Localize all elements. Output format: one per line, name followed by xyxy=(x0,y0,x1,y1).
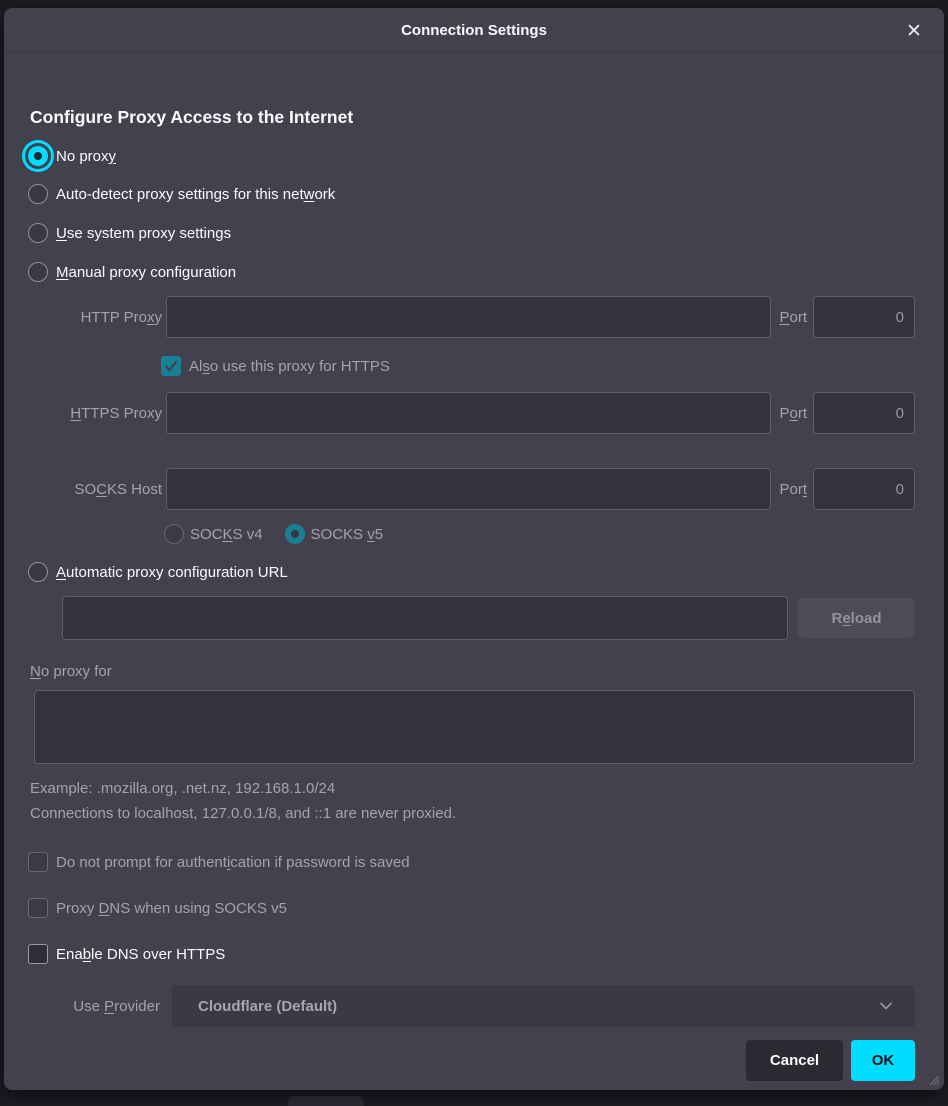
http-port-label: Port xyxy=(779,309,807,326)
radio-selected-icon[interactable] xyxy=(28,146,48,166)
enable-doh-label: Enable DNS over HTTPS xyxy=(56,946,225,963)
dialog-title: Connection Settings xyxy=(401,22,547,39)
resize-grip[interactable] xyxy=(926,1072,939,1085)
socks-v4-label: SOCKS v4 xyxy=(190,526,263,543)
checkbox-checked-icon[interactable] xyxy=(161,356,181,376)
radio-icon[interactable] xyxy=(28,223,48,243)
example-hint: Example: .mozilla.org, .net.nz, 192.168.… xyxy=(30,780,335,797)
radio-socks-v4[interactable]: SOCKS v4 xyxy=(164,524,263,544)
radio-use-system[interactable]: Use system proxy settings xyxy=(28,221,231,245)
socks-v5-label: SOCKS v5 xyxy=(311,526,384,543)
page-title: Configure Proxy Access to the Internet xyxy=(30,107,353,128)
checkbox-icon[interactable] xyxy=(28,898,48,918)
close-icon[interactable]: ✕ xyxy=(900,17,928,45)
auto-url-label: Automatic proxy configuration URL xyxy=(56,564,288,581)
proxy-dns-label: Proxy DNS when using SOCKS v5 xyxy=(56,900,287,917)
checkbox-no-prompt[interactable]: Do not prompt for authentication if pass… xyxy=(28,850,410,874)
https-port-label: Port xyxy=(779,405,807,422)
provider-dropdown[interactable]: Cloudflare (Default) xyxy=(172,985,915,1027)
chevron-down-icon xyxy=(877,997,895,1015)
checkbox-also-https[interactable]: Also use this proxy for HTTPS xyxy=(161,354,390,378)
socks-port-input[interactable] xyxy=(813,468,915,510)
radio-no-proxy-label: No proxy xyxy=(56,148,116,165)
radio-socks-v5[interactable]: SOCKS v5 xyxy=(285,524,384,544)
radio-manual-label: Manual proxy configuration xyxy=(56,264,236,281)
no-prompt-label: Do not prompt for authentication if pass… xyxy=(56,854,410,871)
autoconfig-url-input[interactable] xyxy=(62,596,788,640)
http-proxy-label: HTTP Proxy xyxy=(30,309,162,326)
radio-auto-url[interactable]: Automatic proxy configuration URL xyxy=(28,560,288,584)
connection-settings-dialog: Connection Settings ✕ Configure Proxy Ac… xyxy=(4,8,944,1090)
https-port-input[interactable] xyxy=(813,392,915,434)
no-proxy-for-label: No proxy for xyxy=(30,663,112,680)
radio-icon[interactable] xyxy=(28,562,48,582)
dialog-titlebar: Connection Settings xyxy=(4,8,944,53)
socks-host-label: SOCKS Host xyxy=(30,481,162,498)
radio-use-system-label: Use system proxy settings xyxy=(56,225,231,242)
radio-icon[interactable] xyxy=(28,262,48,282)
check-icon xyxy=(164,359,178,373)
radio-no-proxy[interactable]: No proxy xyxy=(28,144,116,168)
use-provider-label: Use Provider xyxy=(30,998,160,1015)
radio-auto-detect[interactable]: Auto-detect proxy settings for this netw… xyxy=(28,182,335,206)
radio-auto-detect-label: Auto-detect proxy settings for this netw… xyxy=(56,186,335,203)
radio-icon[interactable] xyxy=(28,184,48,204)
radio-selected-icon[interactable] xyxy=(285,524,305,544)
socks-port-label: Port xyxy=(779,481,807,498)
checkbox-icon[interactable] xyxy=(28,852,48,872)
radio-manual[interactable]: Manual proxy configuration xyxy=(28,260,236,284)
checkbox-proxy-dns[interactable]: Proxy DNS when using SOCKS v5 xyxy=(28,896,287,920)
ok-button[interactable]: OK xyxy=(851,1040,915,1081)
localhost-hint: Connections to localhost, 127.0.0.1/8, a… xyxy=(30,805,456,822)
https-proxy-label: HTTPS Proxy xyxy=(30,405,162,422)
radio-icon[interactable] xyxy=(164,524,184,544)
also-https-label: Also use this proxy for HTTPS xyxy=(189,358,390,375)
http-port-input[interactable] xyxy=(813,296,915,338)
cancel-button[interactable]: Cancel xyxy=(746,1040,843,1081)
reload-label: Reload xyxy=(831,610,881,627)
checkbox-icon[interactable] xyxy=(28,944,48,964)
provider-value: Cloudflare (Default) xyxy=(198,998,877,1015)
no-proxy-list-textarea[interactable] xyxy=(34,690,915,764)
reload-button[interactable]: Reload xyxy=(798,598,915,638)
checkbox-enable-doh[interactable]: Enable DNS over HTTPS xyxy=(28,942,225,966)
socks-host-input[interactable] xyxy=(166,468,771,510)
background-page-fragment xyxy=(288,1096,364,1106)
http-proxy-input[interactable] xyxy=(166,296,771,338)
https-proxy-input[interactable] xyxy=(166,392,771,434)
